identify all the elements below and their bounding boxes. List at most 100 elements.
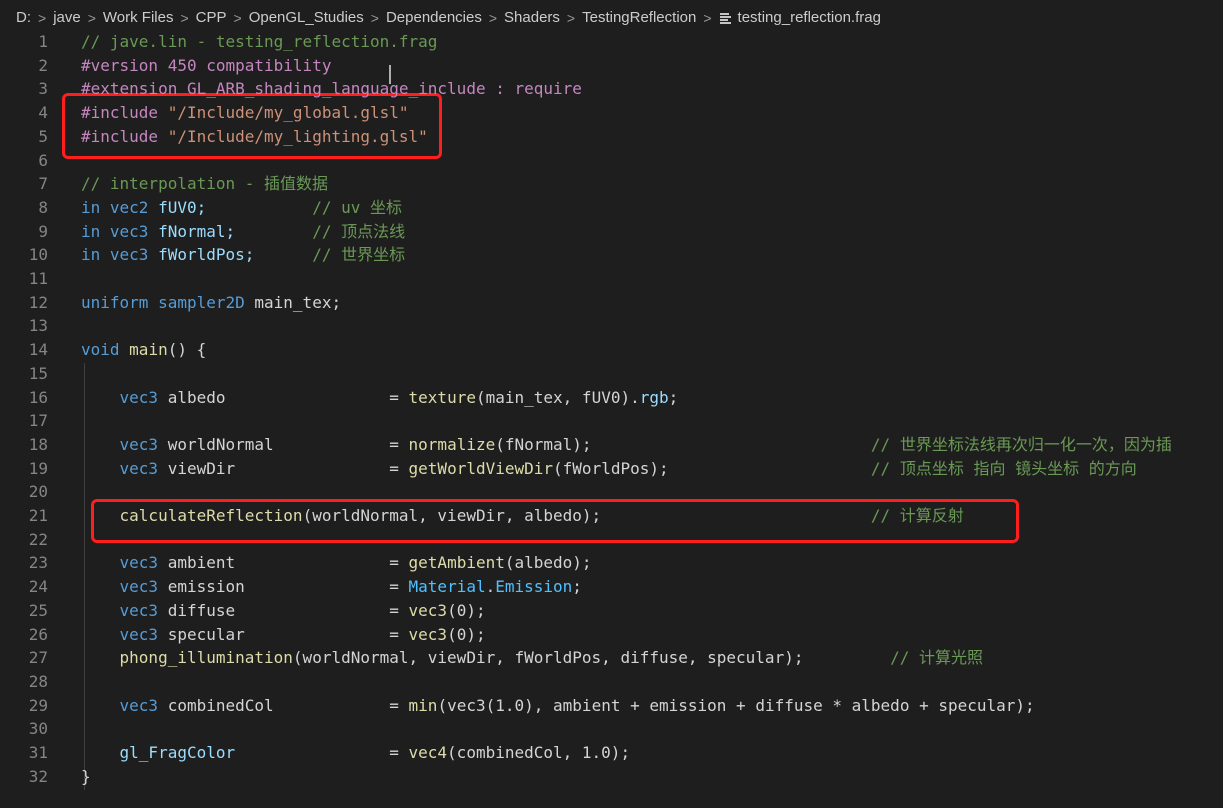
line-number: 5 [38, 126, 48, 146]
code-token: emission = [167, 577, 409, 597]
breadcrumb-item[interactable]: D: [16, 9, 31, 26]
chevron-right-icon: > [233, 9, 242, 26]
breadcrumb-item[interactable]: Shaders [504, 9, 560, 26]
code-line[interactable]: 4 #include "/Include/my_global.glsl" [0, 101, 1223, 125]
code-token: vec4 [408, 743, 448, 762]
line-number: 25 [28, 600, 48, 620]
code-token: fNormal; [158, 221, 313, 241]
code-token: phong_illumination [119, 648, 293, 668]
code-token: // 顶点坐标 指向 镜头坐标 的方向 [870, 458, 1137, 478]
code-line[interactable]: 5 #include "/Include/my_lighting.glsl" [0, 125, 1223, 149]
code-token: "/Include/my_global.glsl" [167, 103, 409, 123]
code-token: calculateReflection [119, 506, 303, 525]
code-token: vec3 [119, 624, 168, 644]
line-number: 19 [28, 458, 48, 478]
code-line[interactable]: 12 uniform sampler2D main_tex; [0, 291, 1223, 315]
code-text: #include "/Include/my_global.glsl" [81, 101, 409, 125]
code-line[interactable]: 7 // interpolation - 插值数据 [0, 172, 1223, 196]
line-number: 9 [38, 221, 48, 241]
line-number: 28 [28, 671, 48, 691]
code-line[interactable]: 28 [0, 670, 1223, 694]
breadcrumb-item[interactable]: Dependencies [386, 9, 482, 26]
code-editor[interactable]: 1 // jave.lin - testing_reflection.frag 2 #… [0, 30, 1223, 808]
code-token: vec3 [408, 600, 448, 620]
line-number: 20 [28, 482, 48, 502]
line-number: 4 [38, 103, 48, 123]
breadcrumb-item[interactable]: CPP [196, 9, 227, 26]
code-token: // interpolation - 插值数据 [81, 174, 329, 194]
breadcrumb-item[interactable]: jave [53, 9, 81, 26]
code-line[interactable]: 22 [0, 528, 1223, 552]
code-line[interactable]: 9 in vec3 fNormal; // 顶点法线 [0, 220, 1223, 244]
code-text: vec3 ambient = getAmbient(albedo); [81, 551, 592, 575]
code-line[interactable]: 19 vec3 viewDir = getWorldViewDir(fWorld… [0, 457, 1223, 481]
code-token: // uv 坐标 [312, 197, 403, 217]
code-text: calculateReflection(worldNormal, viewDir… [81, 504, 964, 528]
code-line[interactable]: 30 [0, 717, 1223, 741]
code-token: ambient = [167, 553, 409, 573]
code-line[interactable]: 31 gl_FragColor = vec4(combinedCol, 1.0)… [0, 741, 1223, 765]
line-number: 23 [28, 553, 48, 573]
code-token: } [81, 766, 91, 786]
code-token: albedo = [167, 387, 409, 407]
code-line[interactable]: 27 phong_illumination(worldNormal, viewD… [0, 646, 1223, 670]
code-token: // 计算反射 [870, 506, 964, 525]
code-line[interactable]: 32} [0, 765, 1223, 789]
code-line[interactable]: 26 vec3 specular = vec3(0); [0, 623, 1223, 647]
code-line[interactable]: 8 in vec2 fUV0; // uv 坐标 [0, 196, 1223, 220]
breadcrumb-item[interactable]: TestingReflection [582, 9, 696, 26]
code-line[interactable]: 15 [0, 362, 1223, 386]
code-text: vec3 albedo = texture(main_tex, fUV0).rg… [81, 386, 679, 410]
code-text: vec3 combinedCol = min(vec3(1.0), ambien… [81, 694, 1035, 718]
code-token: // jave.lin - testing_reflection [81, 32, 390, 51]
line-number: 10 [28, 245, 48, 265]
line-number: 3 [38, 79, 48, 99]
code-token: vec3 [119, 695, 168, 715]
code-line[interactable]: 6 [0, 149, 1223, 173]
breadcrumb-item[interactable]: OpenGL_Studies [249, 9, 364, 26]
code-line[interactable]: 1 // jave.lin - testing_reflection.frag [0, 30, 1223, 54]
code-token: #version 450 compatibility [81, 55, 332, 75]
code-line[interactable]: 18 vec3 worldNormal = normalize(fNormal)… [0, 433, 1223, 457]
code-text: #extension GL_ARB_shading_language_inclu… [81, 77, 582, 101]
line-number: 27 [28, 648, 48, 668]
chevron-right-icon: > [180, 9, 189, 26]
code-line[interactable]: 14 void main() { [0, 338, 1223, 362]
code-line[interactable]: 29 vec3 combinedCol = min(vec3(1.0), amb… [0, 694, 1223, 718]
line-number: 11 [28, 269, 48, 288]
line-number: 17 [28, 411, 48, 431]
code-line[interactable]: 10 in vec3 fWorldPos; // 世界坐标 [0, 243, 1223, 267]
code-token: normalize [408, 434, 496, 454]
code-token: in [81, 197, 110, 217]
code-text: } [81, 765, 91, 789]
breadcrumb-file[interactable]: testing_reflection.frag [738, 9, 881, 26]
code-line[interactable]: 16 vec3 albedo = texture(main_tex, fUV0)… [0, 386, 1223, 410]
code-token: "/Include/my_lighting.glsl" [167, 126, 428, 146]
code-token: texture [408, 387, 476, 407]
code-token: in [81, 221, 110, 241]
code-line[interactable]: 23 vec3 ambient = getAmbient(albedo); [0, 551, 1223, 575]
code-line[interactable]: 2 #version 450 compatibility [0, 54, 1223, 78]
code-token: specular = [167, 624, 409, 644]
code-line[interactable]: 24 vec3 emission = Material.Emission; [0, 575, 1223, 599]
code-token: (main_tex, fUV0). [475, 387, 640, 407]
code-line[interactable]: 17 [0, 409, 1223, 433]
code-text: vec3 worldNormal = normalize(fNormal); /… [81, 433, 1172, 457]
code-line[interactable]: 13 [0, 314, 1223, 338]
code-text: phong_illumination(worldNormal, viewDir,… [81, 646, 984, 670]
breadcrumb-item[interactable]: Work Files [103, 9, 174, 26]
line-number: 8 [38, 197, 48, 217]
code-line[interactable]: 3 #extension GL_ARB_shading_language_incl… [0, 77, 1223, 101]
code-line[interactable]: 11 [0, 267, 1223, 291]
code-line[interactable]: 20 [0, 480, 1223, 504]
code-text: in vec2 fUV0; // uv 坐标 [81, 196, 402, 220]
line-number: 15 [28, 363, 48, 383]
code-text: // interpolation - 插值数据 [81, 172, 328, 196]
code-line[interactable]: 21 calculateReflection(worldNormal, view… [0, 504, 1223, 528]
code-line[interactable]: 25 vec3 diffuse = vec3(0); [0, 599, 1223, 623]
